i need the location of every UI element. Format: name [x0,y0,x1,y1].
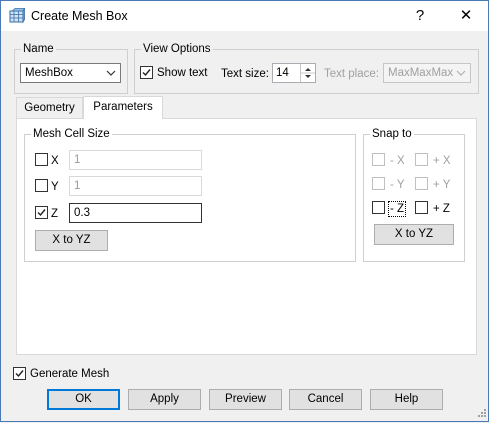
title-bar: Create Mesh Box ? ✕ [1,1,488,31]
snap-minus-y-label: - Y [390,179,405,191]
snap-plus-z-label: + Z [433,203,450,215]
generate-mesh-label: Generate Mesh [30,368,110,380]
apply-button[interactable]: Apply [128,389,201,410]
text-place-label: Text place: [324,68,379,80]
snap-minus-z-label: - Z [388,201,407,217]
x-to-yz-button[interactable]: X to YZ [35,230,108,251]
snap-plus-x-label: + X [433,155,451,167]
ok-button[interactable]: OK [47,389,120,410]
show-text-checkbox[interactable] [140,66,153,79]
dialog-window: Create Mesh Box ? ✕ Name MeshBox View Op… [0,0,489,422]
z-checkbox[interactable] [35,206,48,219]
text-place-select[interactable]: MaxMaxMax [383,63,471,83]
generate-mesh-checkbox[interactable] [13,367,26,380]
tab-parameters[interactable]: Parameters [83,96,163,119]
window-title: Create Mesh Box [31,9,128,23]
snap-plus-x-checkbox[interactable] [415,153,428,166]
name-group-title: Name [21,42,56,56]
snap-plus-y-checkbox[interactable] [415,177,428,190]
chevron-down-icon [106,68,116,78]
snap-minus-x-label: - X [390,155,405,167]
spin-arrows-icon[interactable] [300,64,315,82]
resize-grip-icon[interactable] [475,408,487,420]
text-size-spinbox[interactable]: 14 [272,63,316,83]
checkmark-icon [142,69,151,77]
z-label: Z [51,208,59,220]
snap-to-title: Snap to [370,127,414,141]
z-size-value: 0.3 [74,207,90,219]
mesh-app-icon [9,7,26,24]
snap-plus-y-label: + Y [433,179,451,191]
chevron-down-icon [456,68,466,78]
x-label: X [51,155,59,167]
x-size-input[interactable]: 1 [69,150,202,170]
snap-x-to-yz-button[interactable]: X to YZ [374,224,454,245]
snap-minus-z-checkbox[interactable] [372,201,385,214]
preview-button[interactable]: Preview [209,389,282,410]
x-checkbox[interactable] [35,153,48,166]
text-size-value: 14 [276,67,289,79]
x-size-value: 1 [74,154,81,166]
parameters-panel: Mesh Cell Size X 1 Y 1 Z 0.3 X to YZ Sna… [16,118,477,355]
help-button[interactable]: Help [370,389,443,410]
mesh-cell-size-title: Mesh Cell Size [31,127,112,141]
y-checkbox[interactable] [35,179,48,192]
name-select[interactable]: MeshBox [20,63,121,83]
snap-minus-y-checkbox[interactable] [372,177,385,190]
checkmark-icon [15,370,24,378]
z-size-input[interactable]: 0.3 [69,203,202,223]
help-title-button[interactable]: ? [398,1,442,31]
show-text-label: Show text [157,67,208,79]
text-place-value: MaxMaxMax [388,67,454,79]
cancel-button[interactable]: Cancel [289,389,362,410]
snap-plus-z-checkbox[interactable] [415,201,428,214]
y-size-value: 1 [74,180,81,192]
view-options-title: View Options [141,42,213,56]
y-size-input[interactable]: 1 [69,176,202,196]
close-button[interactable]: ✕ [444,1,488,31]
name-select-value: MeshBox [25,67,73,79]
y-label: Y [51,181,59,193]
tab-geometry[interactable]: Geometry [16,97,83,118]
text-size-label: Text size: [221,68,269,80]
snap-minus-x-checkbox[interactable] [372,153,385,166]
checkmark-icon [37,209,46,217]
